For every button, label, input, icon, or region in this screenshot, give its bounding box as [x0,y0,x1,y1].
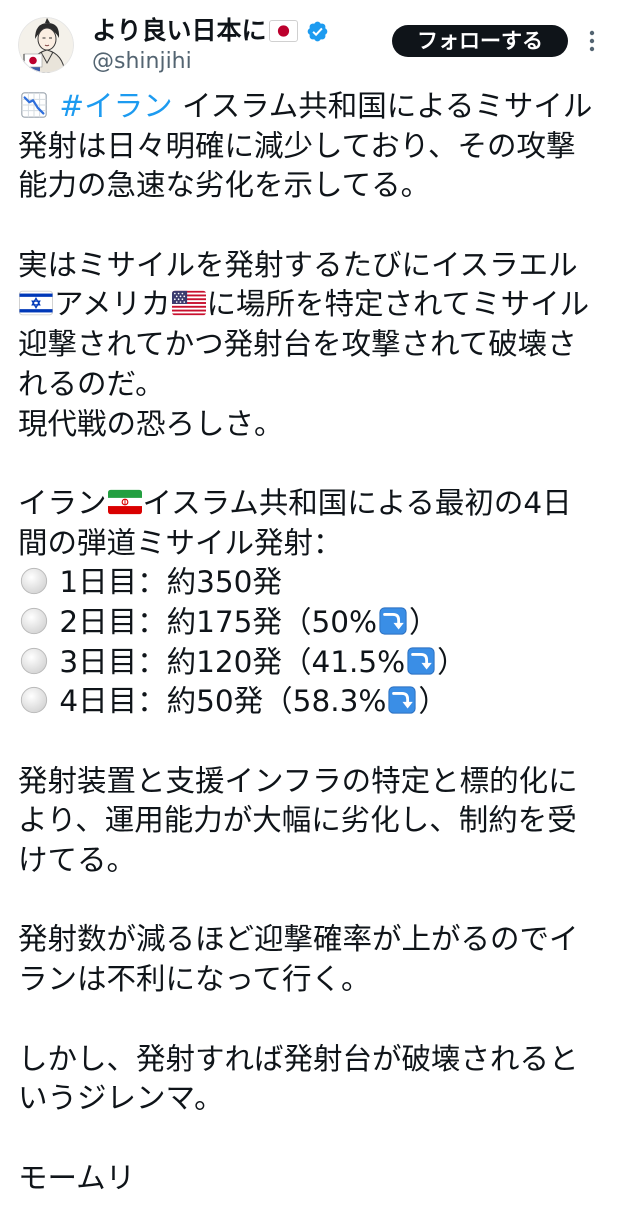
post-text-line: より、運用能力が大幅に劣化し、制約を受 [18,801,608,841]
post-text: ） [437,644,467,679]
post-text-line: 発射数が減るほど迎撃確率が上がるのでイ [18,920,608,960]
post-text-line: けてる。 [18,841,608,881]
post-text-line: 発射装置と支援インフラの特定と標的化に [18,762,608,802]
author-name-row: より良い日本に [92,14,329,48]
post-text-line: #イラン イスラム共和国によるミサイル [18,87,608,127]
post-text: ） [409,604,439,639]
post-body: #イラン イスラム共和国によるミサイル 発射は日々明確に減少しており、その攻撃 能力… [18,87,608,1198]
post-text-line: 2日目：約175発（50% ） [18,603,608,643]
post-paragraph: 実はミサイルを発射するたびにイスラエル アメリカ に場所を特定されてミサイル 迎撃され… [18,246,608,444]
follow-button[interactable]: フォローする [392,25,568,57]
post-text-line: 3日目：約120発（41.5% ） [18,643,608,683]
post-text: しかし、発射すれば発射台が破壊されると [18,1041,579,1076]
post-text: アメリカ [54,287,171,322]
post-text-line: いうジレンマ。 [18,1079,608,1119]
arrow-curving-down-icon [378,606,408,636]
post-text: イスラム共和国によるミサイル [172,89,593,123]
post-text-line: アメリカ に場所を特定されてミサイル [18,285,608,325]
post-text: 3日目：約120発（41.5% [50,644,406,679]
post-text: 2日目：約175発（50% [50,604,378,639]
post-text: イスラム共和国による最初の4日 [142,485,572,520]
white-circle-icon [19,685,49,715]
hashtag-link[interactable]: #イラン [59,89,172,123]
post-paragraph: モームリ [18,1159,608,1199]
post-paragraph: しかし、発射すれば発射台が破壊されると いうジレンマ。 [18,1040,608,1119]
post-text-line: 4日目：約50発（58.3% ） [18,682,608,722]
verified-badge-icon[interactable] [306,20,329,43]
post-text [50,89,59,123]
post-text-line: 迎撃されてかつ発射台を攻撃されて破壊さ [18,325,608,365]
post-text: 能力の急速な劣化を示してる。 [18,168,431,203]
arrow-curving-down-icon [387,685,417,715]
post-paragraph: #イラン イスラム共和国によるミサイル 発射は日々明確に減少しており、その攻撃 能力… [18,87,608,206]
post-text: ） [418,684,448,719]
post-text: 発射装置と支援インフラの特定と標的化に [18,763,578,798]
post-text: 実はミサイルを発射するたびにイスラエル [18,247,578,282]
post-paragraph: イラン イスラム共和国による最初の4日 間の弾道ミサイル発射： 1日目：約350発 … [18,484,608,722]
post-text-line: イラン イスラム共和国による最初の4日 [18,484,608,524]
white-circle-icon [19,606,49,636]
post-text-line: モームリ [18,1159,608,1199]
post-text: ランは不利になって行く。 [18,962,371,997]
post-text-line: 間の弾道ミサイル発射： [18,524,608,564]
post-text: 発射数が減るほど迎撃確率が上がるのでイ [18,922,579,957]
flag-iran-icon [107,489,142,515]
post-text: 間の弾道ミサイル発射： [18,525,343,560]
arrow-curving-down-icon [406,646,436,676]
post-paragraph: 発射数が減るほど迎撃確率が上がるのでイ ランは不利になって行く。 [18,920,608,999]
post-text: けてる。 [18,843,137,878]
author-handle[interactable]: @shinjihi [92,48,192,76]
post-text-line: 能力の急速な劣化を示してる。 [18,166,608,206]
post-text: いうジレンマ。 [18,1081,224,1116]
more-vertical-icon[interactable] [585,29,599,53]
post-text: イラン [18,485,107,520]
post-text: 発射は日々明確に減少しており、その攻撃 [18,128,576,163]
post-text: より、運用能力が大幅に劣化し、制約を受 [18,803,577,838]
post-text-line: ランは不利になって行く。 [18,960,608,1000]
post-text-line: 発射は日々明確に減少しており、その攻撃 [18,127,608,167]
post-text: に場所を特定されてミサイル [206,287,590,322]
post-text-line: 1日目：約350発 [18,563,608,603]
post-text: 現代戦の恐ろしさ。 [18,406,284,441]
post-text: 迎撃されてかつ発射台を攻撃されて破壊さ [18,327,577,362]
flag-japan-icon [268,20,298,42]
post-header: より良い日本に @shinjihi フォローする [0,0,620,84]
white-circle-icon [19,646,49,676]
post-text: モームリ [18,1160,136,1195]
post-text-line: しかし、発射すれば発射台が破壊されると [18,1040,608,1080]
white-circle-icon [19,566,49,596]
flag-usa-icon [171,290,206,316]
tweet: より良い日本に @shinjihi フォローする #イラン イスラム共和国による… [0,0,620,1214]
post-text: 4日目：約50発（58.3% [50,684,387,719]
post-text-line: れるのだ。 [18,365,608,405]
post-text-line: 現代戦の恐ろしさ。 [18,405,608,445]
flag-israel-icon [19,290,53,316]
post-text: れるのだ。 [18,366,165,401]
post-paragraph: 発射装置と支援インフラの特定と標的化に より、運用能力が大幅に劣化し、制約を受 けて… [18,762,608,881]
author-display-name[interactable]: より良い日本に [92,14,267,48]
post-text: 1日目：約350発 [50,565,282,600]
chart-decreasing-icon [19,90,49,120]
post-text-line: 実はミサイルを発射するたびにイスラエル [18,246,608,286]
avatar[interactable] [18,17,74,73]
